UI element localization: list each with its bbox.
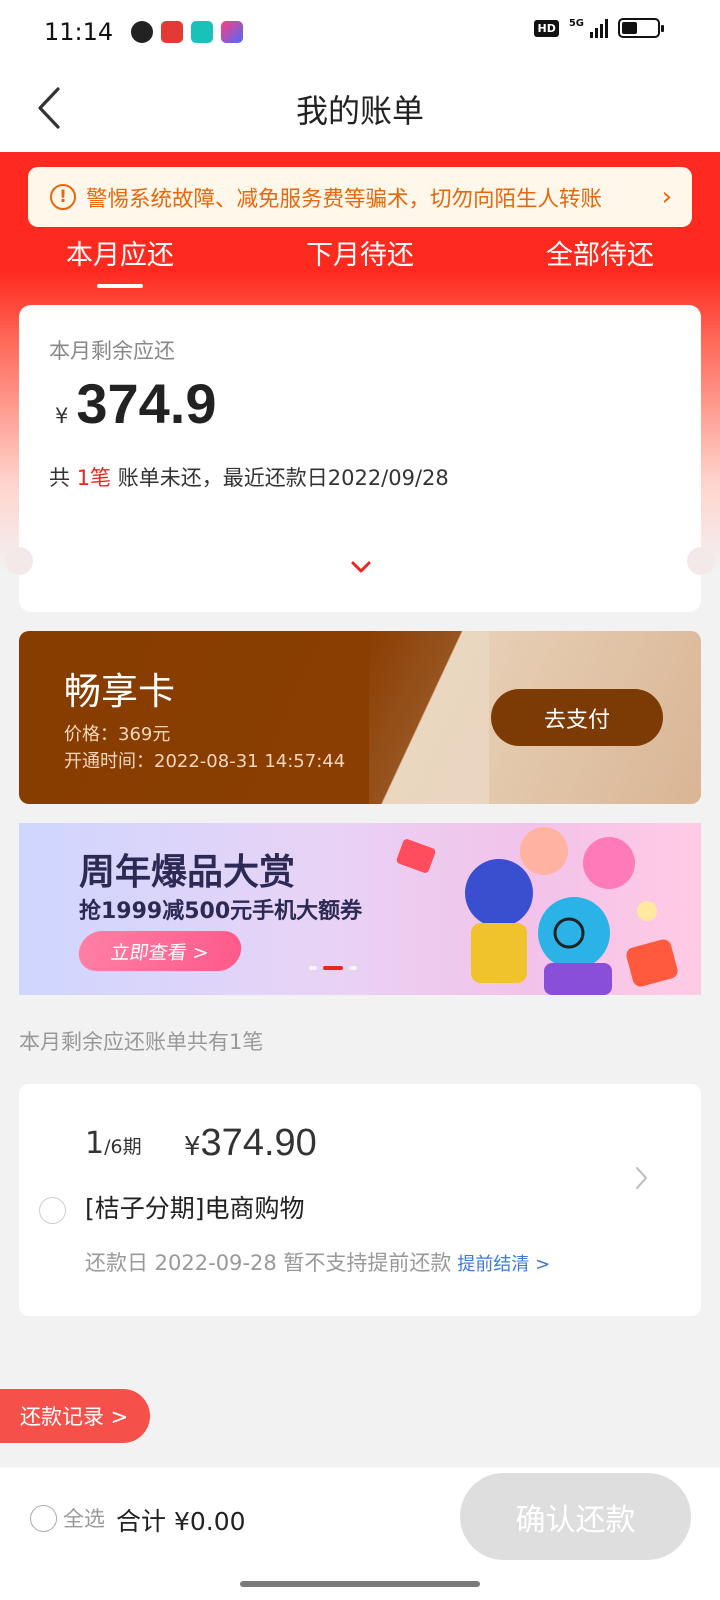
installment-period: 1/6期	[85, 1126, 142, 1161]
hd-badge: HD	[534, 19, 559, 37]
status-app-icons	[131, 21, 244, 43]
desc-prefix: 共	[49, 466, 77, 490]
summary-description: 共 1笔 账单未还，最近还款日2022/09/28	[49, 462, 449, 492]
signal-icon	[590, 18, 608, 38]
home-indicator[interactable]	[240, 1581, 480, 1587]
baidu-icon	[161, 21, 184, 43]
status-indicators: HD 5G	[534, 18, 664, 38]
chevron-right-icon	[636, 1167, 647, 1189]
pagination-dot	[309, 966, 317, 970]
repayment-record-button[interactable]: 还款记录 >	[0, 1389, 150, 1443]
enjoy-card: 畅享卡 价格：369元 开通时间：2022-08-31 14:57:44 去支付	[19, 631, 701, 804]
period-total: /6期	[104, 1136, 142, 1158]
boss-zhipin-icon	[191, 21, 214, 43]
pagination-dot-active	[323, 966, 343, 970]
status-time: 11:14	[44, 18, 114, 46]
page-title: 我的账单	[295, 92, 424, 130]
chevron-down-icon	[351, 561, 371, 573]
promo-banner[interactable]: 周年爆品大赏 抢1999减500元手机大额券 立即查看 >	[19, 823, 701, 995]
tab-next-month[interactable]: 下月待还	[240, 232, 480, 292]
period-current: 1	[85, 1126, 105, 1161]
currency-symbol: ¥	[184, 1132, 201, 1162]
bill-item[interactable]: 1/6期 ¥374.90 [桔子分期]电商购物 还款日 2022-09-28 暂…	[19, 1084, 701, 1316]
battery-icon	[618, 18, 664, 38]
uc-browser-icon	[131, 21, 154, 43]
summary-label: 本月剩余应还	[49, 339, 175, 363]
bill-name: [桔子分期]电商购物	[85, 1194, 305, 1223]
early-settle-link[interactable]: 提前结清 >	[457, 1254, 550, 1275]
nav-bar: 我的账单	[0, 64, 720, 152]
chevron-right-icon: ›	[661, 182, 672, 212]
section-caption: 本月剩余应还账单共有1笔	[19, 1030, 264, 1054]
banner-title: 周年爆品大赏	[79, 852, 296, 893]
repayment-summary-card: 本月剩余应还 ¥ 374.9 共 1笔 账单未还，最近还款日2022/09/28	[5, 305, 715, 612]
bill-meta: 还款日 2022-09-28 暂不支持提前还款 提前结清 >	[85, 1247, 550, 1277]
bill-count: 1笔	[76, 466, 112, 490]
summary-amount: ¥ 374.9	[55, 371, 217, 436]
banner-view-button[interactable]: 立即查看 >	[76, 931, 244, 971]
amount-value: 374.9	[76, 372, 217, 435]
card-notch-left	[5, 547, 33, 575]
bill-detail-button[interactable]	[631, 1164, 651, 1192]
card-open-time: 开通时间：2022-08-31 14:57:44	[64, 751, 346, 772]
pagination-dot	[349, 966, 357, 970]
video-app-icon	[221, 21, 244, 43]
banner-pagination	[309, 966, 357, 970]
currency-symbol: ¥	[55, 404, 69, 428]
status-bar: 11:14 HD 5G	[0, 0, 720, 64]
banner-subtitle: 抢1999减500元手机大额券	[79, 899, 363, 924]
confirm-repay-button[interactable]: 确认还款	[460, 1473, 691, 1560]
desc-suffix: 账单未还，最近还款日2022/09/28	[111, 466, 449, 490]
select-all-radio[interactable]	[30, 1504, 57, 1532]
fraud-alert-banner[interactable]: ! 警惕系统故障、减免服务费等骗术，切勿向陌生人转账 ›	[28, 167, 692, 227]
cartoon-characters-illustration	[396, 827, 678, 995]
due-date-text: 还款日 2022-09-28 暂不支持提前还款	[85, 1251, 452, 1275]
alert-text: 警惕系统故障、减免服务费等骗术，切勿向陌生人转账	[86, 186, 603, 212]
select-all-label: 全选	[63, 1507, 105, 1531]
tab-all-pending[interactable]: 全部待还	[480, 232, 720, 292]
amount-value: 374.90	[200, 1122, 317, 1164]
bottom-action-bar: 全选 合计 ¥0.00 确认还款	[0, 1467, 720, 1600]
warning-icon: !	[50, 184, 76, 210]
total-amount: 合计 ¥0.00	[116, 1507, 246, 1536]
card-title: 畅享卡	[64, 670, 175, 713]
expand-button[interactable]	[349, 555, 373, 579]
tab-this-month[interactable]: 本月应还	[0, 232, 240, 292]
network-label: 5G	[568, 18, 584, 29]
select-all-toggle[interactable]: 全选	[30, 1503, 105, 1533]
bill-amount: ¥374.90	[184, 1122, 317, 1165]
pay-button[interactable]: 去支付	[491, 689, 663, 746]
bill-select-radio[interactable]	[39, 1197, 66, 1224]
card-price: 价格：369元	[64, 724, 171, 745]
card-notch-right	[687, 547, 715, 575]
battery-level	[622, 22, 638, 34]
bill-tabs: 本月应还 下月待还 全部待还	[0, 232, 720, 292]
